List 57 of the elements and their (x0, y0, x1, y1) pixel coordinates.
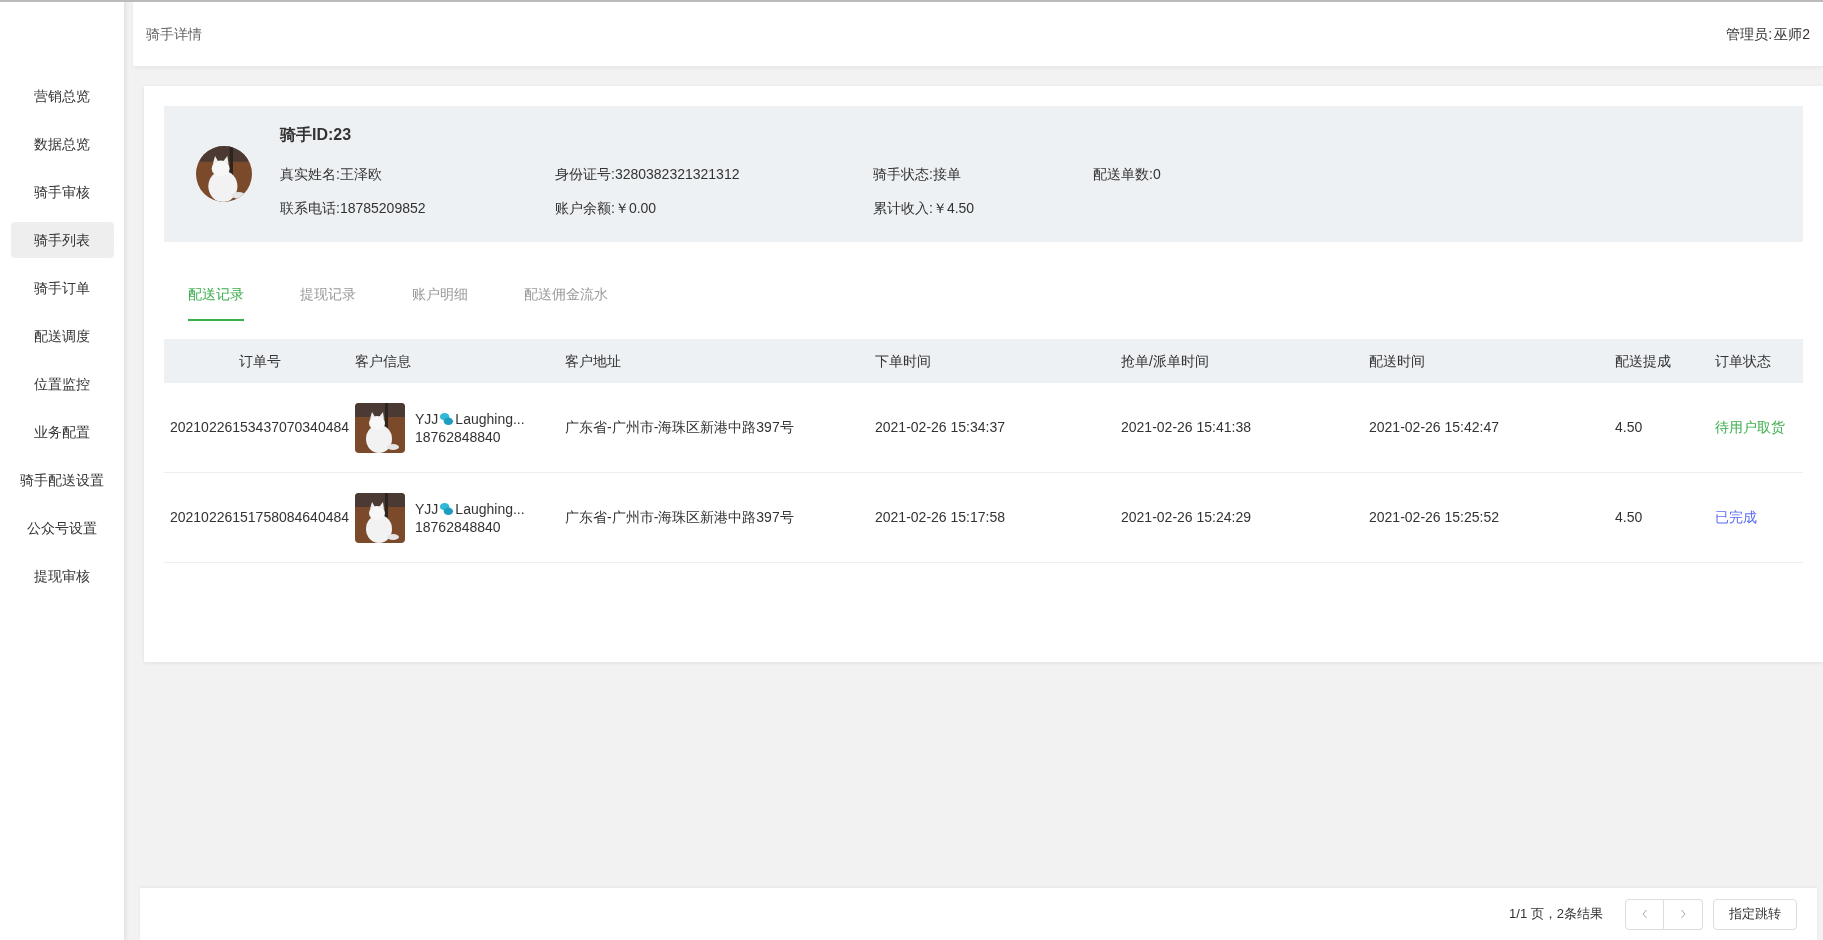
table-cell-text: 4.50 (1615, 418, 1644, 437)
rider-field: 身份证号:3280382321321312 (555, 163, 873, 185)
table-cell-text: 20210226153437070340484 (168, 418, 351, 437)
column-header: 配送时间 (1369, 352, 1425, 369)
sidebar-item[interactable]: 配送调度 (10, 318, 114, 354)
jump-button[interactable]: 指定跳转 (1713, 898, 1797, 930)
previous-page-button[interactable] (1625, 898, 1664, 930)
sidebar-item[interactable]: 业务配置 (10, 414, 114, 450)
rider-field: 配送单数:0 (1093, 163, 1293, 185)
customer-name: YJJ (415, 499, 439, 518)
order-status: 已完成 (1715, 509, 1757, 525)
table-cell-text: 2021-02-26 15:25:52 (1369, 508, 1500, 527)
rider-id: 骑手ID:23 (280, 125, 353, 145)
table-cell-text: 2021-02-26 15:41:38 (1121, 418, 1252, 437)
rider-field: 累计收入:￥4.50 (873, 197, 1093, 219)
table-cell-text: 2021-02-26 15:34:37 (875, 418, 1006, 437)
sidebar-item[interactable]: 骑手订单 (10, 270, 114, 306)
order-status: 待用户取货 (1715, 419, 1785, 435)
page-summary: 1/1 页，2条结果 (1509, 905, 1603, 924)
emoji-icon (439, 501, 455, 516)
sidebar-item[interactable]: 营销总览 (10, 78, 114, 114)
sidebar-item[interactable]: 数据总览 (10, 126, 114, 162)
column-header: 下单时间 (875, 352, 931, 369)
table-cell-text: 2021-02-26 15:42:47 (1369, 418, 1500, 437)
emoji-icon (439, 411, 455, 426)
column-header: 订单状态 (1715, 352, 1771, 369)
sidebar-item[interactable]: 骑手列表 (10, 222, 114, 258)
table-cell-text: 2021-02-26 15:17:58 (875, 508, 1006, 527)
table-cell-text: 20210226151758084640484 (168, 508, 351, 527)
sidebar-item[interactable]: 骑手配送设置 (10, 462, 114, 498)
sidebar-item[interactable]: 位置监控 (10, 366, 114, 402)
column-header: 抢单/派单时间 (1121, 352, 1209, 369)
column-header: 配送提成 (1615, 352, 1671, 369)
customer-phone: 18762848840 (415, 427, 502, 446)
sidebar-item[interactable]: 骑手审核 (10, 174, 114, 210)
customer-name: Laughing... (455, 409, 525, 428)
rider-field: 联系电话:18785209852 (280, 197, 555, 219)
column-header: 客户信息 (355, 352, 411, 369)
page-title: 骑手详情 (146, 24, 202, 44)
next-page-button[interactable] (1664, 898, 1703, 930)
table-cell-text: 2021-02-26 15:24:29 (1121, 508, 1252, 527)
column-header: 客户地址 (565, 352, 621, 369)
table-cell-text: 4.50 (1615, 508, 1644, 527)
customer-name: YJJ (415, 409, 439, 428)
table-cell-text: 广东省-广州市-海珠区新港中路397号 (565, 508, 795, 527)
chevron-right-icon (1678, 909, 1688, 919)
admin-name: 巫师2 (1774, 24, 1810, 44)
rider-field: 骑手状态:接单 (873, 163, 1093, 185)
admin-label: 管理员: (1726, 24, 1773, 44)
rider-field: 真实姓名:王泽欧 (280, 163, 555, 185)
sidebar-item[interactable]: 提现审核 (10, 558, 114, 594)
customer-name: Laughing... (455, 499, 525, 518)
table-cell-text: 广东省-广州市-海珠区新港中路397号 (565, 418, 795, 437)
rider-field: 账户余额:￥0.00 (555, 197, 873, 219)
customer-phone: 18762848840 (415, 517, 502, 536)
column-header: 订单号 (238, 352, 281, 369)
sidebar-item[interactable]: 公众号设置 (10, 510, 114, 546)
